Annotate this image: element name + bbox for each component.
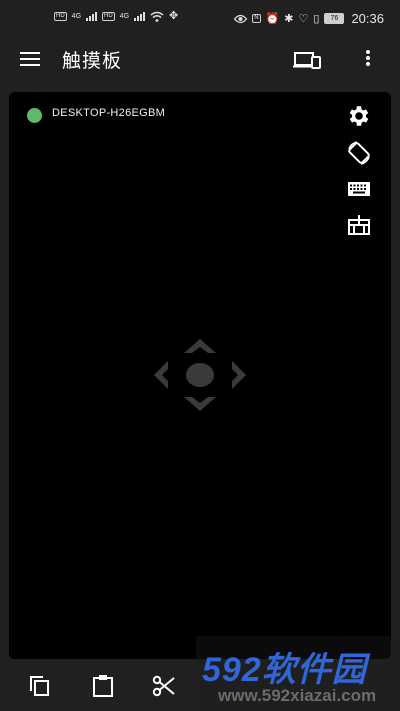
signal-icon bbox=[134, 11, 146, 21]
menu-icon[interactable] bbox=[19, 49, 43, 69]
watermark-logo: 592软件园 bbox=[202, 651, 367, 689]
alarm-icon: ⏰ bbox=[265, 12, 280, 25]
app-bar: 触摸板 bbox=[0, 38, 400, 80]
hd-badge: HD bbox=[102, 11, 115, 21]
battery-icon: 76 bbox=[324, 13, 345, 24]
more-vert-icon[interactable] bbox=[360, 48, 376, 70]
connection-status-dot bbox=[27, 108, 42, 123]
status-left: HD 4G HD 4G ✥ bbox=[54, 10, 178, 22]
usb-icon: ✥ bbox=[169, 10, 179, 22]
status-right: N ⏰ ✱ ♡ ▯ 76 20:36 bbox=[234, 11, 384, 26]
cut-icon[interactable] bbox=[149, 671, 179, 701]
devices-icon[interactable] bbox=[292, 50, 322, 70]
nfc-icon: N bbox=[252, 14, 261, 23]
device-name: DESKTOP-H26EGBM bbox=[52, 107, 166, 119]
keyboard-icon[interactable] bbox=[346, 176, 372, 202]
dpad-move-icon bbox=[154, 339, 246, 411]
network-type: 4G bbox=[119, 12, 130, 20]
location-icon: ♡ bbox=[298, 12, 309, 25]
wifi-icon bbox=[150, 11, 164, 22]
page-title: 触摸板 bbox=[62, 50, 123, 72]
network-type: 4G bbox=[71, 12, 82, 20]
signal-icon bbox=[86, 11, 98, 21]
copy-icon[interactable] bbox=[25, 671, 55, 701]
mouse-buttons-icon[interactable] bbox=[346, 212, 372, 238]
status-bar: HD 4G HD 4G ✥ N ⏰ ✱ ♡ ▯ 76 20:36 bbox=[0, 0, 400, 38]
clock: 20:36 bbox=[351, 11, 384, 26]
touchpad-area[interactable]: DESKTOP-H26EGBM bbox=[9, 92, 391, 659]
clipboard-icon[interactable] bbox=[88, 671, 118, 701]
watermark: 592软件园 www.592xiazai.com bbox=[196, 636, 400, 711]
bluetooth-icon: ✱ bbox=[284, 12, 294, 25]
eye-icon bbox=[234, 14, 248, 23]
vibrate-icon: ▯ bbox=[313, 12, 320, 25]
settings-icon[interactable] bbox=[346, 103, 372, 129]
hd-badge: HD bbox=[54, 11, 67, 21]
watermark-url: www.592xiazai.com bbox=[218, 686, 377, 705]
rotate-icon[interactable] bbox=[346, 140, 372, 166]
